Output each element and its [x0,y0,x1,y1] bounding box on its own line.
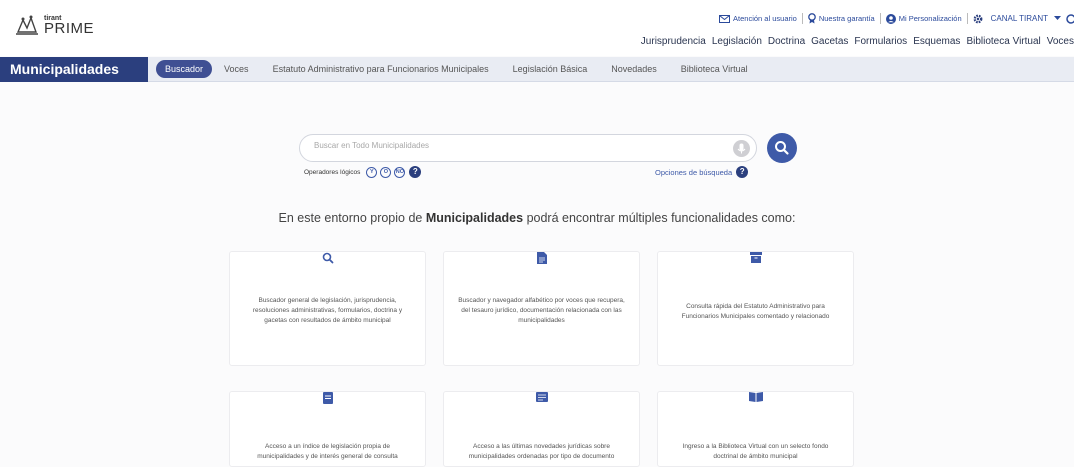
search-input[interactable] [314,141,714,150]
topnav-formularios[interactable]: Formularios [854,36,907,47]
topnav-esquemas[interactable]: Esquemas [913,36,960,47]
divider [966,13,968,24]
garantia-label: Nuestra garantía [818,14,875,23]
feature-card-biblioteca[interactable]: Ingreso a la Biblioteca Virtual con un s… [657,391,854,467]
card-text: Buscador y navegador alfabético por voce… [458,297,625,324]
feature-card-estatuto[interactable]: Consulta rápida del Estatuto Administrat… [657,251,854,366]
atencion-label: Atención al usuario [733,14,797,23]
operator-no[interactable]: NO [394,166,406,178]
gear-icon[interactable] [973,14,983,24]
tab-buscador[interactable]: Buscador [156,60,213,78]
card-text: Acceso a un índice de legislación propia… [257,443,398,460]
search-options: Opciones de búsqueda ? [655,166,749,178]
newspaper-icon [444,392,639,404]
top-navigation: Jurisprudencia Legislación Doctrina Gace… [635,36,1074,47]
logo-icon [16,15,38,35]
atencion-link[interactable]: Atención al usuario [719,14,797,23]
open-book-icon [658,392,853,404]
divider [801,13,803,24]
intro-after: podrá encontrar múltiples funcionalidade… [523,211,796,225]
card-text: Ingreso a la Biblioteca Virtual con un s… [682,443,829,460]
topnav-legislacion[interactable]: Legislación [712,36,762,47]
topnav-biblioteca-virtual[interactable]: Biblioteca Virtual [966,36,1040,47]
microphone-button[interactable] [733,140,750,157]
tab-biblioteca-virtual[interactable]: Biblioteca Virtual [681,64,748,74]
logo-big-text: PRIME [44,19,95,37]
document-icon [444,252,639,264]
tirant-prime-logo[interactable]: tirant PRIME [14,14,94,36]
search-button[interactable] [767,133,797,163]
topnav-voces[interactable]: Voces [1047,36,1074,47]
topnav-doctrina[interactable]: Doctrina [768,36,805,47]
archive-icon [658,252,853,264]
user-circle-icon [885,13,896,24]
operator-o[interactable]: O [380,166,392,178]
tab-estatuto[interactable]: Estatuto Administrativo para Funcionario… [273,64,489,74]
canal-tirant-dropdown[interactable]: CANAL TIRANT [991,14,1061,23]
partial-icon[interactable] [1066,13,1074,24]
search-box [299,134,757,162]
search-options-link[interactable]: Opciones de búsqueda [655,168,732,177]
feature-card-voces[interactable]: Buscador y navegador alfabético por voce… [443,251,640,366]
award-icon [807,13,816,24]
search-icon [230,252,425,264]
utility-bar: Atención al usuario Nuestra garantía Mi … [719,13,1074,24]
topnav-gacetas[interactable]: Gacetas [811,36,848,47]
help-icon[interactable]: ? [736,166,749,178]
help-icon[interactable]: ? [409,166,422,178]
intro-bold: Municipalidades [425,211,524,225]
canal-label: CANAL TIRANT [990,14,1048,23]
book-icon [230,392,425,404]
feature-card-novedades[interactable]: Acceso a las últimas novedades jurídicas… [443,391,640,467]
header: tirant PRIME Atención al usuario Nuestra… [0,0,1074,56]
tab-voces[interactable]: Voces [224,64,249,74]
divider [879,13,881,24]
operator-y[interactable]: Y [366,166,378,178]
tab-novedades[interactable]: Novedades [611,64,657,74]
feature-card-buscador[interactable]: Buscador general de legislación, jurispr… [229,251,426,366]
operators-label: Operadores lógicos [304,168,361,176]
caret-down-icon [1054,16,1061,20]
section-title[interactable]: Municipalidades [0,57,148,82]
garantia-link[interactable]: Nuestra garantía [807,13,875,24]
section-navigation: Buscador Voces Estatuto Administrativo p… [156,60,772,78]
topnav-jurisprudencia[interactable]: Jurisprudencia [641,36,706,47]
logical-operators: Operadores lógicos Y O NO ? [304,166,422,178]
card-text: Consulta rápida del Estatuto Administrat… [681,303,830,320]
search-icon [775,141,789,155]
intro-text: En este entorno propio de Municipalidade… [0,211,1074,225]
personalizacion-label: Mi Personalización [898,14,962,23]
card-text: Buscador general de legislación, jurispr… [252,297,403,324]
tab-legislacion-basica[interactable]: Legislación Básica [513,64,588,74]
mail-icon [719,14,731,23]
personalizacion-link[interactable]: Mi Personalización [885,13,962,24]
feature-card-legislacion[interactable]: Acceso a un índice de legislación propia… [229,391,426,467]
microphone-icon [737,143,746,154]
section-bar: Municipalidades Buscador Voces Estatuto … [0,57,1074,82]
card-text: Acceso a las últimas novedades jurídicas… [468,443,615,460]
intro-before: En este entorno propio de [278,211,426,225]
